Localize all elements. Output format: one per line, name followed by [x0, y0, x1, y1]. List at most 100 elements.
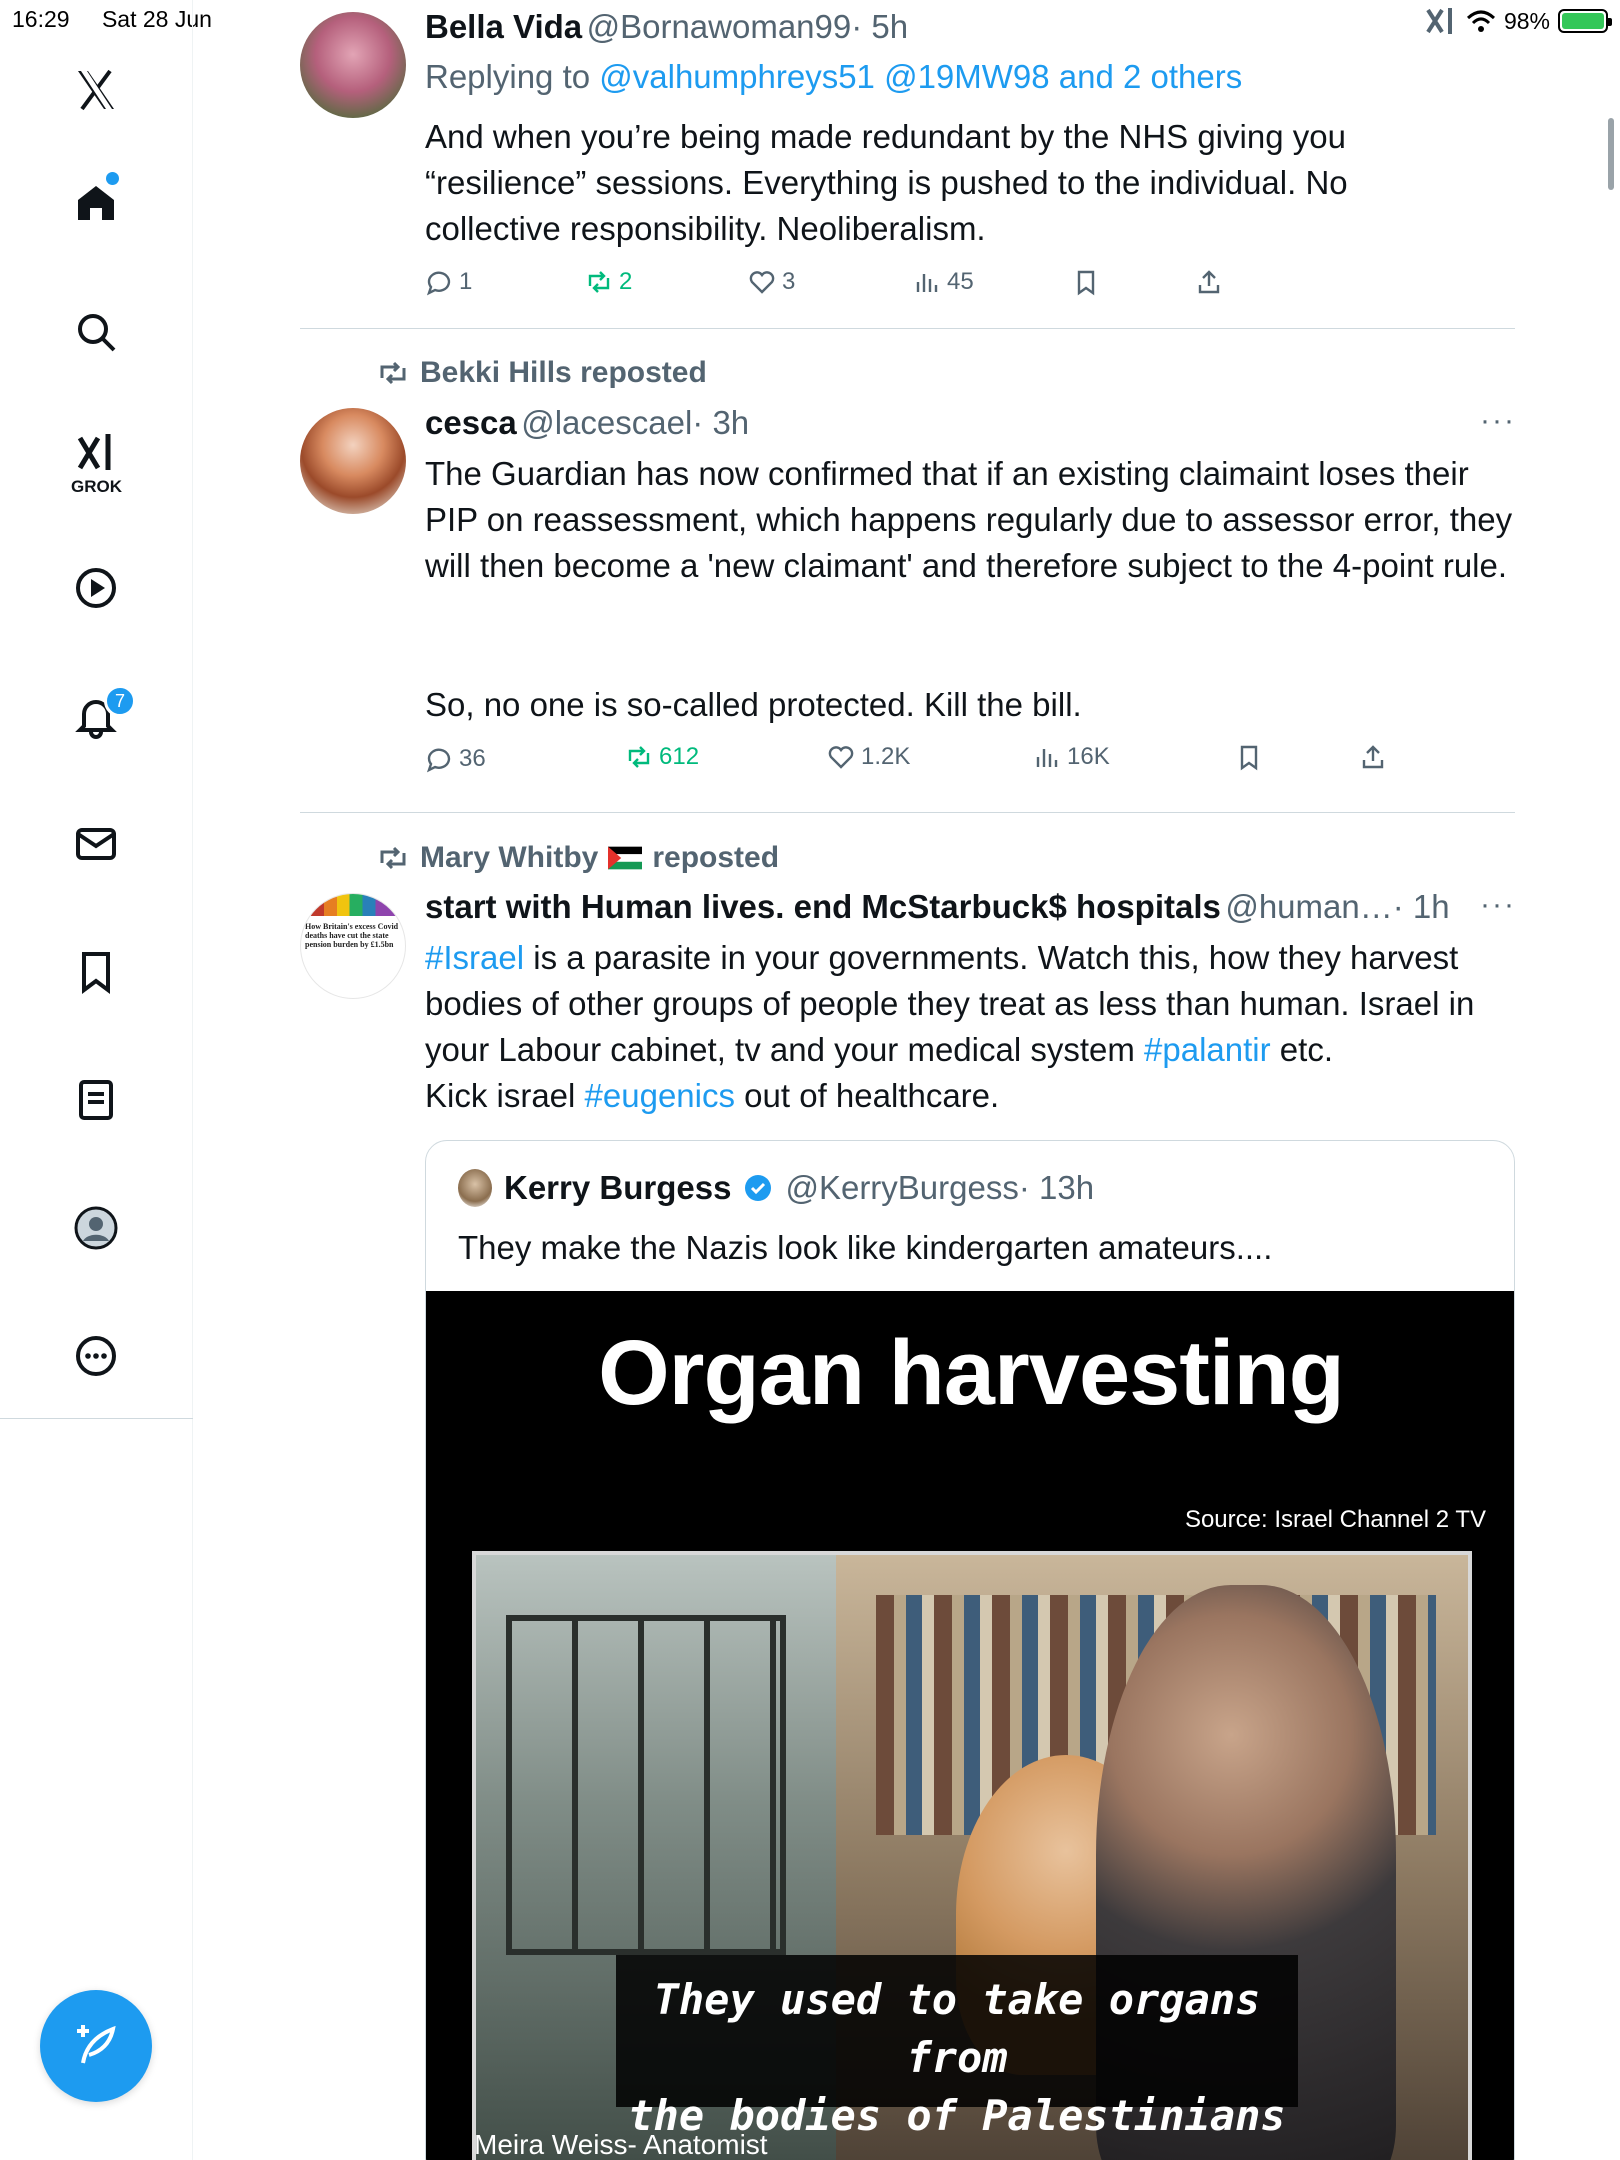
- replying-prefix: Replying to: [425, 58, 600, 95]
- share-button[interactable]: [1195, 268, 1223, 296]
- more-options-icon[interactable]: [64, 1324, 128, 1388]
- quoted-tweet-avatar[interactable]: [458, 1169, 492, 1207]
- video-subtitle: They used to take organs from the bodies…: [616, 1955, 1298, 2140]
- views-count: 45: [947, 268, 974, 295]
- reply-count: 36: [459, 745, 486, 772]
- tweet-author-name[interactable]: start with Human lives. end McStarbuck$ …: [425, 888, 1221, 925]
- compose-feather-icon: [77, 2025, 116, 2064]
- reply-icon: [426, 748, 451, 773]
- video-frame: They used to take organs from the bodies…: [472, 1551, 1472, 2160]
- quoted-tweet-time[interactable]: · 13h: [1019, 1169, 1094, 1207]
- compose-post-button[interactable]: [40, 1990, 152, 2102]
- repost-indicator-icon: [380, 846, 406, 870]
- tweet-text: #Israel is a parasite in your government…: [425, 935, 1515, 1119]
- views-button[interactable]: 45: [913, 268, 974, 296]
- repost-button[interactable]: 2: [585, 268, 632, 296]
- media-source-text: Source: Israel Channel 2 TV: [1184, 1506, 1486, 1533]
- palestine-flag-icon: [608, 846, 643, 870]
- views-chart-icon: [1036, 749, 1058, 767]
- quoted-tweet-text: They make the Nazis look like kindergart…: [458, 1229, 1273, 1266]
- tweet-avatar[interactable]: [300, 12, 406, 118]
- grok-icon[interactable]: [64, 420, 128, 484]
- tweet-actions: 1 2 3 45: [425, 268, 1425, 308]
- quoted-author-name[interactable]: Kerry Burgess: [504, 1169, 731, 1207]
- tweet-header: Bella Vida @Bornawoman99· 5h: [425, 8, 1515, 46]
- tweet-text: The Guardian has now confirmed that if a…: [425, 455, 1522, 584]
- share-icon: [1362, 745, 1384, 769]
- tweet-avatar[interactable]: How Britain's excess Covid deaths have c…: [300, 893, 406, 999]
- bookmark-button[interactable]: [1235, 743, 1263, 771]
- tweet-text-part: out of healthcare.: [735, 1077, 1000, 1114]
- reply-button[interactable]: 1: [425, 268, 472, 296]
- tweet-divider: [300, 328, 1515, 329]
- hashtag-eugenics[interactable]: #eugenics: [585, 1077, 735, 1114]
- tweet-more-button[interactable]: ···: [1480, 404, 1516, 438]
- quoted-tweet-card[interactable]: Kerry Burgess @KerryBurgess · 13h They ma…: [425, 1140, 1515, 2160]
- video-play-icon[interactable]: [64, 556, 128, 620]
- like-count: 3: [782, 268, 796, 295]
- tweet-header: cesca @lacescael· 3h: [425, 404, 1515, 442]
- sidebar-divider: [0, 1418, 193, 1419]
- heart-icon: [749, 271, 775, 294]
- scrollbar-thumb[interactable]: [1608, 118, 1614, 190]
- reply-icon: [426, 271, 451, 296]
- profile-avatar-icon[interactable]: [64, 1196, 128, 1260]
- tweet-header: start with Human lives. end McStarbuck$ …: [425, 888, 1515, 926]
- repost-indicator[interactable]: Bekki Hills reposted: [376, 356, 707, 390]
- verified-badge-icon: [745, 1175, 772, 1201]
- tweet-more-button[interactable]: ···: [1480, 888, 1516, 922]
- share-button[interactable]: [1359, 743, 1387, 771]
- reply-count: 1: [459, 268, 473, 295]
- reposted-by-text: Bekki Hills reposted: [420, 356, 707, 389]
- tweet-author-name[interactable]: Bella Vida: [425, 8, 582, 45]
- repost-count: 612: [659, 743, 700, 770]
- tweet-author-handle[interactable]: @human…: [1225, 888, 1392, 925]
- grok-label: GROK: [71, 477, 122, 496]
- video-media[interactable]: Organ harvesting Source: Israel Channel …: [426, 1291, 1514, 2160]
- media-title-text: Organ harvesting: [598, 1322, 1345, 1424]
- repost-button[interactable]: 612: [625, 743, 699, 771]
- tweet-time[interactable]: · 3h: [692, 404, 749, 441]
- search-icon[interactable]: [64, 300, 128, 364]
- bookmarks-icon[interactable]: [64, 940, 128, 1004]
- tweet-divider: [300, 812, 1515, 813]
- tweet-avatar[interactable]: [300, 408, 406, 514]
- subtitle-line-1: They used to take organs from: [653, 1975, 1261, 2082]
- home-unread-dot: [106, 172, 119, 185]
- like-button[interactable]: 1.2K: [827, 743, 910, 771]
- views-button[interactable]: 16K: [1033, 743, 1110, 771]
- tweet-author-handle[interactable]: @Bornawoman99: [587, 8, 852, 45]
- replying-to-users[interactable]: @valhumphreys51 @19MW98 and 2 others: [599, 58, 1242, 95]
- battery-icon: [1558, 9, 1612, 33]
- bookmark-button[interactable]: [1072, 268, 1100, 296]
- repost-icon: [588, 271, 610, 293]
- tweet-actions: 36 612 1.2K 16K: [425, 743, 1425, 785]
- x-logo-icon[interactable]: [64, 58, 128, 122]
- views-chart-icon: [916, 274, 938, 292]
- tweet-author-handle[interactable]: @lacescael: [521, 404, 692, 441]
- tweet-text-part: Kick israel: [425, 1077, 585, 1114]
- reply-button[interactable]: 36: [425, 745, 486, 773]
- avatar-headline: How Britain's excess Covid deaths have c…: [305, 922, 399, 949]
- views-count: 16K: [1067, 743, 1110, 770]
- repost-indicator-icon: [380, 361, 406, 385]
- tweet-text-paragraph: So, no one is so-called protected. Kill …: [425, 686, 1082, 723]
- quoted-author-handle[interactable]: @KerryBurgess: [785, 1169, 1018, 1207]
- reposted-by-name: Mary Whitby: [420, 841, 599, 874]
- sidebar: GROK 7: [0, 0, 193, 2160]
- like-button[interactable]: 3: [748, 268, 795, 296]
- tweet-author-name[interactable]: cesca: [425, 404, 517, 441]
- repost-indicator[interactable]: Mary Whitby reposted: [376, 841, 779, 875]
- tweet-time[interactable]: · 1h: [1393, 888, 1450, 925]
- tweet-time[interactable]: · 5h: [851, 8, 908, 45]
- messages-envelope-icon[interactable]: [64, 812, 128, 876]
- repost-icon: [628, 746, 650, 768]
- notifications-badge: 7: [104, 685, 136, 717]
- heart-icon: [828, 746, 854, 769]
- replying-to: Replying to @valhumphreys51 @19MW98 and …: [425, 58, 1515, 96]
- lists-icon[interactable]: [64, 1068, 128, 1132]
- hashtag-israel[interactable]: #Israel: [425, 939, 524, 976]
- tweet-text-part: etc.: [1270, 1031, 1333, 1068]
- tweet-text: And when you’re being made redundant by …: [425, 118, 1357, 247]
- hashtag-palantir[interactable]: #palantir: [1144, 1031, 1271, 1068]
